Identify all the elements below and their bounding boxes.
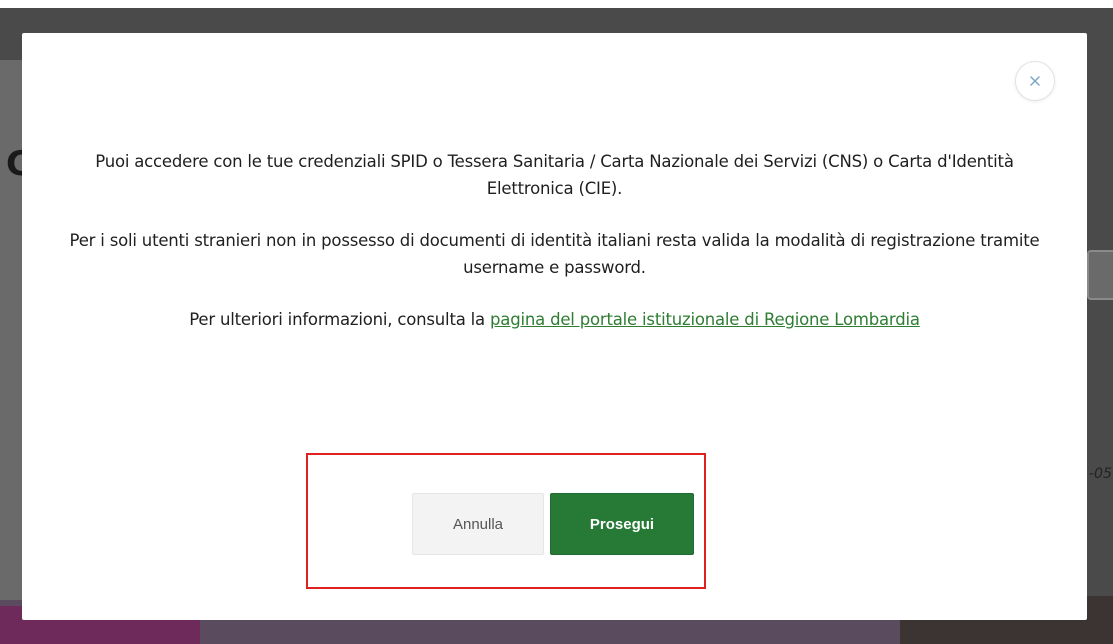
cancel-button[interactable]: Annulla [412,493,544,555]
dialog-message: Puoi accedere con le tue credenziali SPI… [62,148,1047,358]
continue-button[interactable]: Prosegui [550,493,694,555]
background-left-fragment: C [0,60,31,620]
foreign-users-info-text: Per i soli utenti stranieri non in posse… [69,231,1040,277]
dialog-actions-highlight: Annulla Prosegui [306,453,706,589]
background-input-fragment [1087,250,1113,300]
credentials-info-text: Puoi accedere con le tue credenziali SPI… [95,152,1014,198]
background-header-strip [0,0,1113,8]
close-button[interactable] [1015,61,1055,101]
close-icon [1030,76,1040,86]
more-info-prefix: Per ulteriori informazioni, consulta la [189,310,485,329]
background-text-fragment: -05 [1089,466,1112,482]
regione-lombardia-portal-link[interactable]: pagina del portale istituzionale di Regi… [490,310,920,329]
login-info-dialog: Puoi accedere con le tue credenziali SPI… [22,33,1087,620]
more-info-text: Per ulteriori informazioni, consulta la … [62,306,1047,333]
